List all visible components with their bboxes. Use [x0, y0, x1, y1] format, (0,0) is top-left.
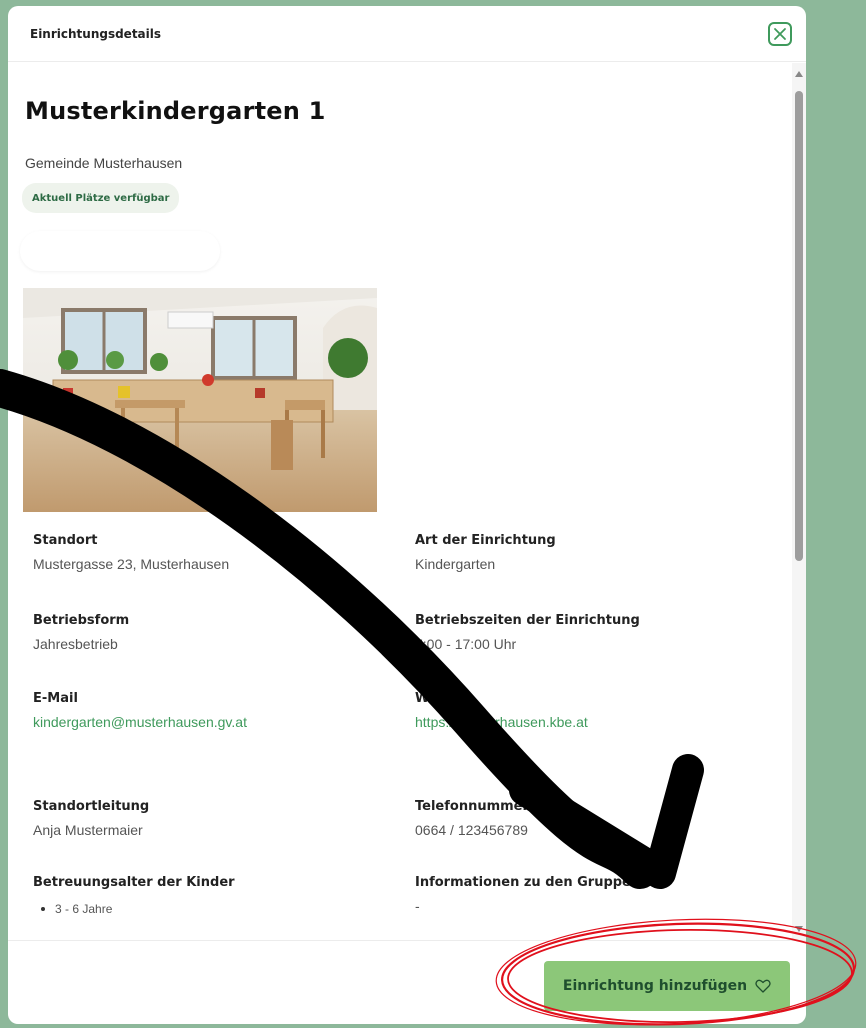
- detail-label: Betriebszeiten der Einrichtung: [415, 613, 640, 628]
- facility-municipality: Gemeinde Musterhausen: [25, 155, 183, 171]
- detail-opening-hours: Betriebszeiten der Einrichtung 7:00 - 17…: [415, 613, 640, 652]
- detail-email: E-Mail kindergarten@musterhausen.gv.at: [33, 691, 247, 730]
- facility-photo: [23, 288, 377, 512]
- detail-label: Standortleitung: [33, 799, 150, 814]
- facility-details-modal: Einrichtungsdetails Musterkindergarten 1…: [8, 6, 806, 1024]
- detail-operation-form: Betriebsform Jahresbetrieb: [33, 613, 129, 652]
- scroll-up-arrow-icon[interactable]: [795, 71, 803, 77]
- detail-age-range: Betreuungsalter der Kinder 3 - 6 Jahre: [33, 875, 235, 916]
- close-x-icon: [774, 27, 786, 40]
- detail-label: Art der Einrichtung: [415, 533, 556, 548]
- detail-group-info: Informationen zu den Gruppen -: [415, 875, 640, 914]
- detail-value: 0664 / 123456789: [415, 822, 528, 838]
- email-link[interactable]: kindergarten@musterhausen.gv.at: [33, 714, 247, 730]
- detail-value: 7:00 - 17:00 Uhr: [415, 636, 517, 652]
- detail-label: Website: [415, 691, 475, 706]
- detail-location: Standort Mustergasse 23, Musterhausen: [33, 533, 229, 572]
- detail-label: Standort: [33, 533, 98, 548]
- modal-body[interactable]: Musterkindergarten 1 Gemeinde Musterhaus…: [8, 63, 806, 940]
- scroll-down-arrow-icon[interactable]: [795, 926, 803, 932]
- add-facility-label: Einrichtung hinzufügen: [562, 978, 748, 994]
- empty-field: [20, 231, 220, 271]
- availability-badge: Aktuell Plätze verfügbar: [22, 183, 180, 213]
- detail-label: Telefonnummer: [415, 799, 529, 814]
- detail-phone: Telefonnummer 0664 / 123456789: [415, 799, 529, 838]
- website-link[interactable]: https://musterhausen.kbe.at: [415, 714, 588, 730]
- detail-label: Informationen zu den Gruppen: [415, 875, 641, 890]
- detail-value: Mustergasse 23, Musterhausen: [33, 556, 230, 572]
- detail-website: Website https://musterhausen.kbe.at: [415, 691, 588, 730]
- heart-outline-icon: [755, 979, 771, 993]
- modal-title: Einrichtungsdetails: [30, 26, 162, 41]
- detail-facility-type: Art der Einrichtung Kindergarten: [415, 533, 556, 572]
- detail-value: Kindergarten: [415, 556, 496, 572]
- close-button[interactable]: [768, 21, 792, 46]
- detail-label: Betreuungsalter der Kinder: [33, 875, 235, 890]
- detail-value: Jahresbetrieb: [33, 636, 118, 652]
- vertical-scrollbar[interactable]: [792, 63, 806, 940]
- age-list: 3 - 6 Jahre: [33, 902, 235, 916]
- list-item: 3 - 6 Jahre: [33, 902, 235, 916]
- facility-name: Musterkindergarten 1: [25, 97, 326, 125]
- detail-value: -: [415, 898, 420, 914]
- detail-label: E-Mail: [33, 691, 78, 706]
- detail-value: Anja Mustermaier: [33, 822, 143, 838]
- scroll-thumb[interactable]: [795, 91, 803, 561]
- modal-footer: Einrichtung hinzufügen: [8, 940, 806, 1024]
- add-facility-button[interactable]: Einrichtung hinzufügen: [544, 961, 790, 1011]
- detail-label: Betriebsform: [33, 613, 130, 628]
- detail-site-manager: Standortleitung Anja Mustermaier: [33, 799, 149, 838]
- modal-header: Einrichtungsdetails: [8, 6, 806, 62]
